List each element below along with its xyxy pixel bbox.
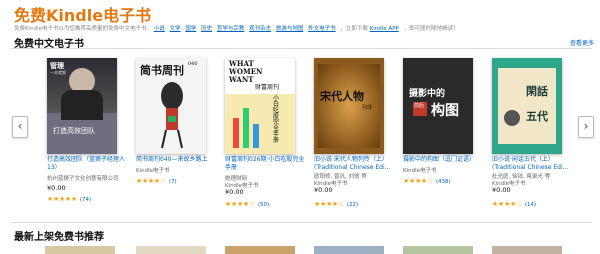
book-cover[interactable]: WHAT WOMEN WANT 财富周刊 小白吃股完全手册 bbox=[225, 58, 295, 154]
page-title: 免费Kindle电子书 bbox=[14, 6, 152, 25]
category-link-fiction[interactable]: 小说 bbox=[154, 26, 165, 32]
cover-text: 前后 bbox=[414, 103, 425, 109]
product-author: 杭州蓝狮子文化创意有限公司 bbox=[47, 176, 119, 182]
stars: ★★★★☆ bbox=[403, 177, 433, 185]
cover-text: 摄影中的 bbox=[409, 89, 446, 99]
cover-text: 财富周刊 bbox=[255, 84, 280, 91]
review-count[interactable]: (74) bbox=[80, 197, 91, 203]
category-link-philosophy[interactable]: 哲学与宗教 bbox=[217, 26, 245, 32]
cover-text: 列傳 bbox=[362, 105, 373, 111]
product-title-link[interactable]: 财富周刊026期·小白吃股完全手册 bbox=[225, 156, 310, 172]
cover-text: 一本就够 bbox=[50, 70, 66, 75]
see-more-link[interactable]: 查看更多 bbox=[570, 38, 594, 47]
review-count[interactable]: (14) bbox=[525, 202, 536, 208]
product-price: ¥0.00 bbox=[314, 186, 333, 194]
carousel-prev-button[interactable]: ‹ bbox=[12, 116, 28, 138]
book-cover[interactable]: 閑話 五代 bbox=[492, 58, 562, 154]
book-cover[interactable]: 摄影中的 构图 前后 bbox=[403, 58, 473, 154]
section-title: 最新上架免费书推荐 bbox=[14, 232, 104, 243]
product-title-link[interactable]: 打造高效团队（蓝狮子经理人 13） bbox=[47, 156, 132, 172]
product-price: ¥0.00 bbox=[225, 188, 244, 196]
cover-text: 閑話 bbox=[526, 85, 548, 98]
stars: ★★★★☆ bbox=[136, 177, 166, 185]
cover-text: WANT bbox=[229, 75, 254, 84]
subtitle-suffix: ，立即下载 bbox=[340, 26, 368, 32]
cover-text: 宋代人物 bbox=[320, 90, 364, 103]
stars: ★★★★★ bbox=[47, 195, 77, 203]
cover-text: 构图 bbox=[431, 103, 459, 119]
kindle-app-link[interactable]: Kindle APP bbox=[370, 26, 399, 32]
star-rating[interactable]: ★★★★☆ (14) bbox=[492, 200, 536, 208]
stars: ★★★★☆ bbox=[225, 200, 255, 208]
divider bbox=[10, 48, 592, 49]
star-rating[interactable]: ★★★★☆ (22) bbox=[314, 200, 358, 208]
product-title-link[interactable]: 简书周刊040—来故乡路上 bbox=[136, 156, 221, 164]
product-title-link[interactable]: 旧小说·宋代人物列传（上）(Traditional Chinese Edi... bbox=[314, 156, 399, 172]
cover-text: 小白吃股完全手册 bbox=[273, 95, 280, 144]
star-rating[interactable]: ★★★★☆ (438) bbox=[403, 177, 451, 185]
cover-text: WOMEN bbox=[229, 67, 263, 76]
star-rating[interactable]: ★★★★☆ (50) bbox=[225, 200, 269, 208]
cover-text: 五代 bbox=[526, 110, 548, 123]
review-count[interactable]: (22) bbox=[347, 202, 358, 208]
product-title-link[interactable]: 摄影中的构图（逗门证语） bbox=[403, 156, 488, 164]
subtitle-end: ，即可随时随地畅读！ bbox=[403, 26, 459, 32]
divider bbox=[10, 222, 592, 223]
review-count[interactable]: (7) bbox=[169, 179, 177, 185]
star-rating[interactable]: ★★★★★ (74) bbox=[47, 195, 91, 203]
product-author: Kindle电子书 bbox=[403, 168, 437, 174]
cover-text: WHAT bbox=[229, 59, 254, 68]
category-link-magazines[interactable]: 观刊杂志 bbox=[249, 26, 271, 32]
stars: ★★★★☆ bbox=[492, 200, 522, 208]
category-link-guoxue[interactable]: 国学 bbox=[185, 26, 196, 32]
category-link-history[interactable]: 历史 bbox=[201, 26, 212, 32]
product-price: ¥0.00 bbox=[47, 184, 66, 192]
product-title-link[interactable]: 旧小说·闲话五代（上）(Traditional Chinese Edi... bbox=[492, 156, 577, 172]
header-subtitle: 免费Kindle电子书以为您推荐高质量的免费中文电子书： 小说 文学 国学 历史… bbox=[14, 24, 459, 32]
next-row-covers bbox=[0, 246, 600, 254]
cover-text: 打造高效团队 bbox=[53, 127, 95, 135]
category-link-foreign[interactable]: 外文电子书 bbox=[308, 26, 336, 32]
category-link-travel[interactable]: 旅游与地图 bbox=[276, 26, 304, 32]
book-cover[interactable]: 简书周刊 040 bbox=[136, 58, 206, 154]
subtitle-text: 免费Kindle电子书以为您推荐高质量的免费中文电子书： bbox=[14, 26, 153, 32]
review-count[interactable]: (50) bbox=[258, 202, 269, 208]
cover-illustration bbox=[161, 82, 183, 149]
carousel-next-button[interactable]: › bbox=[578, 116, 594, 138]
book-cover[interactable]: 管理 一本就够 打造高效团队 bbox=[47, 58, 117, 154]
cover-text: 简书周刊 bbox=[140, 64, 184, 77]
book-cover[interactable]: 宋代人物 列傳 bbox=[314, 58, 384, 154]
product-price: ¥0.00 bbox=[492, 186, 511, 194]
review-count[interactable]: (438) bbox=[436, 179, 451, 185]
star-rating[interactable]: ★★★★☆ (7) bbox=[136, 177, 177, 185]
product-author: Kindle电子书 bbox=[136, 168, 170, 174]
cover-text: 040 bbox=[188, 61, 198, 67]
stars: ★★★★☆ bbox=[314, 200, 344, 208]
category-link-literature[interactable]: 文学 bbox=[170, 26, 181, 32]
